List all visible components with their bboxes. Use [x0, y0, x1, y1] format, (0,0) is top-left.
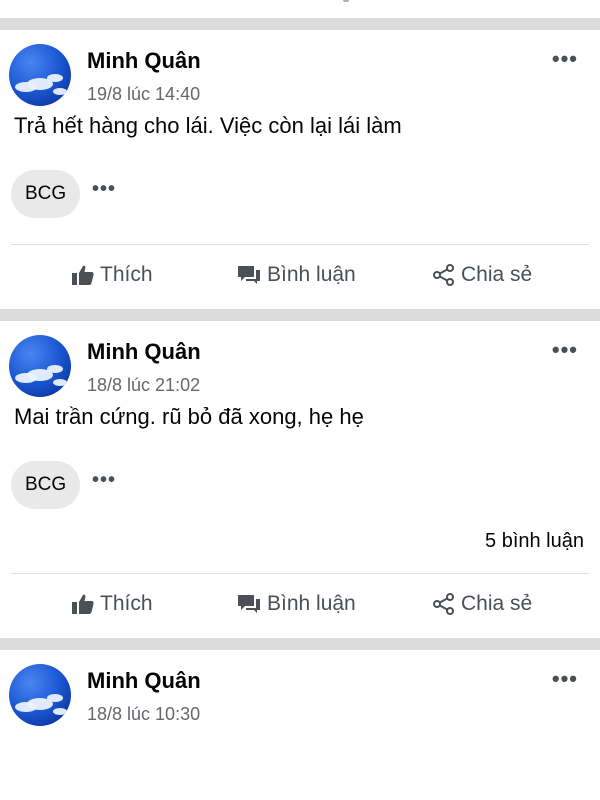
- top-strip: [0, 0, 600, 18]
- like-button[interactable]: Thích: [72, 592, 153, 616]
- thumbs-up-icon: [72, 594, 94, 614]
- post-author[interactable]: Minh Quân: [87, 48, 201, 74]
- share-button[interactable]: Chia sẻ: [433, 263, 532, 287]
- post-text: Mai trần cứng. rũ bỏ đã xong, hẹ hẹ: [14, 404, 364, 429]
- post-header: Minh Quân 19/8 lúc 14:40 •••: [0, 30, 600, 112]
- comment-count[interactable]: 5 bình luận: [0, 521, 600, 561]
- comment-button[interactable]: Bình luận: [237, 592, 356, 616]
- share-icon: [433, 593, 454, 615]
- more-icon[interactable]: •••: [552, 668, 578, 690]
- post-author[interactable]: Minh Quân: [87, 668, 201, 694]
- thumbs-up-icon: [72, 265, 94, 285]
- comment-label: Bình luận: [267, 263, 356, 286]
- post-separator: [0, 309, 600, 321]
- comment-icon: [238, 266, 260, 284]
- post-header: Minh Quân 18/8 lúc 10:30 •••: [0, 650, 600, 732]
- tag-more-icon[interactable]: •••: [92, 178, 116, 201]
- post-card: Minh Quân 18/8 lúc 21:02 ••• Mai trần cứ…: [0, 321, 600, 638]
- share-label: Chia sẻ: [461, 263, 533, 286]
- more-icon[interactable]: •••: [552, 48, 578, 70]
- post-tags: BCG •••: [0, 170, 600, 230]
- share-icon: [433, 264, 454, 286]
- post-text: Trả hết hàng cho lái. Việc còn lại lái l…: [14, 113, 402, 138]
- post-timestamp[interactable]: 18/8 lúc 21:02: [87, 375, 200, 396]
- scroll-indicator: [343, 0, 349, 2]
- post-header: Minh Quân 18/8 lúc 21:02 •••: [0, 321, 600, 403]
- post-tags: BCG •••: [0, 461, 600, 521]
- post-separator: [0, 638, 600, 650]
- avatar[interactable]: [9, 664, 71, 726]
- comment-label: Bình luận: [267, 592, 356, 615]
- comment-button[interactable]: Bình luận: [237, 263, 356, 287]
- share-label: Chia sẻ: [461, 592, 533, 615]
- share-button[interactable]: Chia sẻ: [433, 592, 532, 616]
- like-button[interactable]: Thích: [72, 263, 153, 287]
- tag-chip[interactable]: BCG: [11, 170, 81, 218]
- more-icon[interactable]: •••: [552, 339, 578, 361]
- like-label: Thích: [100, 592, 153, 615]
- action-bar: Thích Bình luận Chia sẻ: [0, 245, 600, 309]
- post-timestamp[interactable]: 18/8 lúc 10:30: [87, 704, 200, 725]
- post-card: Minh Quân 18/8 lúc 10:30 •••: [0, 650, 600, 732]
- avatar[interactable]: [9, 44, 71, 106]
- comment-icon: [238, 595, 260, 613]
- post-card: Minh Quân 19/8 lúc 14:40 ••• Trả hết hàn…: [0, 30, 600, 309]
- tag-more-icon[interactable]: •••: [92, 469, 116, 492]
- post-author[interactable]: Minh Quân: [87, 339, 201, 365]
- post-separator: [0, 18, 600, 30]
- post-timestamp[interactable]: 19/8 lúc 14:40: [87, 84, 200, 105]
- like-label: Thích: [100, 263, 153, 286]
- avatar[interactable]: [9, 335, 71, 397]
- tag-chip[interactable]: BCG: [11, 461, 81, 509]
- action-bar: Thích Bình luận Chia sẻ: [0, 574, 600, 638]
